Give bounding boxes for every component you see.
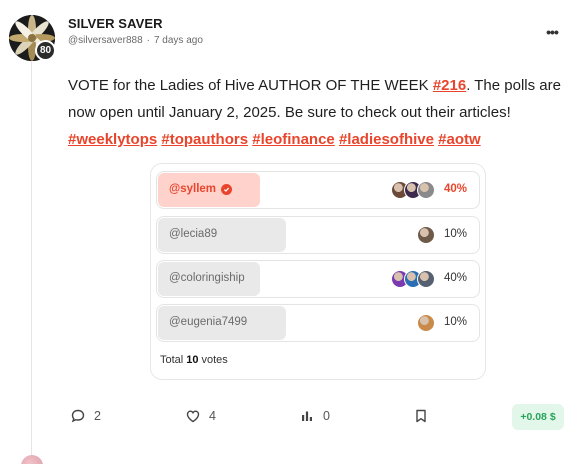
poll-option[interactable]: @eugenia7499 10% (156, 304, 480, 342)
bookmark-icon (416, 409, 426, 423)
poll-option-label: @eugenia7499 (169, 316, 248, 328)
voter-avatar (417, 226, 435, 244)
poll-total-prefix: Total (160, 354, 184, 366)
views-button[interactable]: 0 (299, 408, 330, 424)
author-meta: @silversaver888 · 7 days ago (68, 35, 203, 46)
payout-button[interactable]: +0.08 $ (512, 404, 564, 430)
voter-avatar (417, 314, 435, 332)
issue-tag-link[interactable]: #216 (433, 77, 466, 94)
author-name[interactable]: SILVER SAVER (68, 16, 163, 31)
voter-avatars (391, 181, 435, 199)
hashtag-link[interactable]: #leofinance (252, 131, 335, 148)
voter-avatar (417, 270, 435, 288)
poll-option-label: @lecia89 (169, 228, 218, 240)
bookmark-button[interactable] (413, 408, 429, 424)
poll-option[interactable]: @coloringiship 40% (156, 260, 480, 298)
like-button[interactable]: 4 (185, 408, 216, 424)
reputation-badge: 80 (35, 40, 56, 61)
like-count: 4 (209, 409, 216, 423)
post-time: 7 days ago (153, 35, 203, 46)
hashtag-link[interactable]: #aotw (438, 131, 481, 148)
voter-avatars (391, 270, 435, 288)
poll-option[interactable]: @lecia89 10% (156, 216, 480, 254)
poll: @syllem 40% @lecia89 10% @coloringiship … (150, 163, 486, 380)
heart-icon (186, 410, 200, 423)
poll-total-count: 10 (186, 354, 199, 366)
bar-chart-icon (302, 411, 312, 421)
poll-option-percent: 10% (443, 228, 467, 240)
poll-option[interactable]: @syllem 40% (156, 171, 480, 209)
next-post-avatar[interactable] (21, 455, 43, 464)
poll-total: Total 10 votes (160, 354, 228, 366)
hashtag-link[interactable]: #topauthors (161, 131, 248, 148)
poll-option-label: @coloringiship (169, 272, 245, 284)
voter-avatar (417, 181, 435, 199)
comment-icon (71, 409, 85, 423)
post-body: VOTE for the Ladies of Hive AUTHOR OF TH… (68, 72, 568, 153)
voter-avatars (417, 314, 435, 332)
more-options-button[interactable]: ••• (540, 22, 564, 42)
comment-count: 2 (94, 409, 101, 423)
hashtag-link[interactable]: #ladiesofhive (339, 131, 434, 148)
poll-option-percent: 40% (443, 272, 467, 284)
poll-option-label: @syllem (169, 183, 217, 195)
action-bar: 2 4 0 (0, 404, 578, 432)
author-handle[interactable]: @silversaver888 (68, 35, 143, 46)
poll-total-suffix: votes (201, 354, 228, 366)
verified-icon (221, 183, 233, 195)
poll-option-percent: 40% (443, 183, 467, 195)
poll-option-percent: 10% (443, 316, 467, 328)
comment-button[interactable]: 2 (70, 408, 101, 424)
post-text-intro: VOTE for the Ladies of Hive AUTHOR OF TH… (68, 77, 433, 94)
voter-avatars (417, 226, 435, 244)
hashtag-link[interactable]: #weeklytops (68, 131, 157, 148)
views-count: 0 (323, 409, 330, 423)
meta-separator: · (146, 35, 150, 46)
